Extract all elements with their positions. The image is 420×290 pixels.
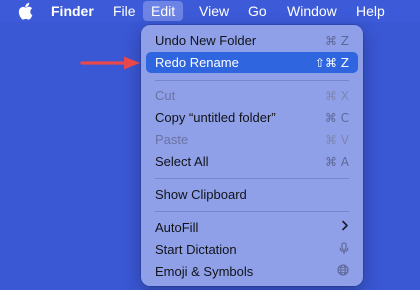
shortcut-label: ⌘ C	[324, 110, 349, 125]
menu-item-label: Redo Rename	[155, 55, 239, 70]
globe-icon	[337, 264, 349, 279]
menu-item-show-clipboard[interactable]: Show Clipboard	[146, 184, 358, 205]
menu-item-label: Emoji & Symbols	[155, 264, 254, 279]
menu-go[interactable]: Go	[240, 0, 275, 22]
menu-item-label: Copy “untitled folder”	[155, 110, 276, 125]
menu-view[interactable]: View	[191, 0, 237, 22]
menu-separator	[155, 80, 349, 81]
annotation-arrow-icon	[80, 55, 142, 76]
menu-separator	[155, 178, 349, 179]
menu-item-cut: Cut ⌘ X	[146, 85, 358, 106]
shortcut-label: ⇧⌘ Z	[314, 55, 349, 70]
menu-help[interactable]: Help	[348, 0, 393, 22]
shortcut-label: ⌘ A	[324, 154, 349, 169]
menu-item-copy[interactable]: Copy “untitled folder” ⌘ C	[146, 107, 358, 128]
menu-window[interactable]: Window	[279, 0, 345, 22]
menu-item-label: Undo New Folder	[155, 33, 257, 48]
menu-item-emoji-symbols[interactable]: Emoji & Symbols	[146, 261, 358, 282]
menu-item-redo[interactable]: Redo Rename ⇧⌘ Z	[146, 52, 358, 73]
microphone-icon	[339, 241, 349, 258]
menu-file[interactable]: File	[105, 0, 144, 22]
menu-item-paste: Paste ⌘ V	[146, 129, 358, 150]
menu-bar: Finder File Edit View Go Window Help	[0, 0, 420, 22]
apple-logo-icon[interactable]	[17, 2, 33, 20]
edit-menu: Undo New Folder ⌘ Z Redo Rename ⇧⌘ Z Cut…	[141, 25, 363, 286]
menu-item-undo[interactable]: Undo New Folder ⌘ Z	[146, 30, 358, 51]
shortcut-label: ⌘ V	[324, 132, 349, 147]
menu-item-label: Start Dictation	[155, 242, 237, 257]
menu-item-label: Paste	[155, 132, 189, 147]
menu-item-start-dictation[interactable]: Start Dictation	[146, 239, 358, 260]
menu-item-label: AutoFill	[155, 220, 199, 235]
shortcut-label: ⌘ Z	[324, 33, 349, 48]
menu-edit[interactable]: Edit	[143, 1, 184, 21]
menu-item-select-all[interactable]: Select All ⌘ A	[146, 151, 358, 172]
menu-separator	[155, 211, 349, 212]
menu-item-label: Show Clipboard	[155, 187, 247, 202]
menu-item-label: Select All	[155, 154, 209, 169]
shortcut-label: ⌘ X	[324, 88, 349, 103]
menu-item-label: Cut	[155, 88, 176, 103]
menu-item-autofill[interactable]: AutoFill	[146, 217, 358, 238]
menu-finder[interactable]: Finder	[43, 0, 102, 22]
chevron-right-icon	[341, 220, 349, 235]
